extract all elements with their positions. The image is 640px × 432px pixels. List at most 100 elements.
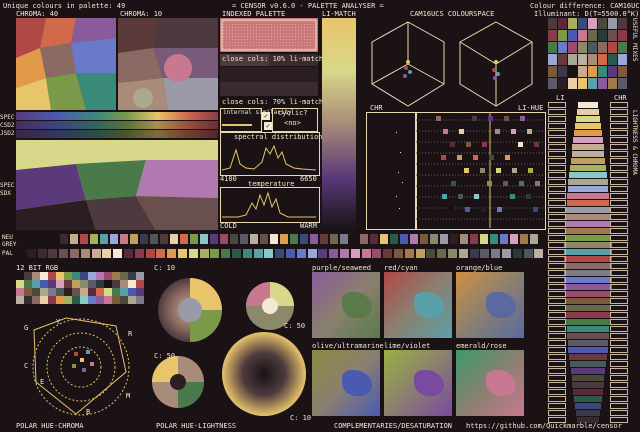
palette-swatch[interactable] — [124, 249, 133, 258]
rgb-cell — [136, 280, 144, 288]
palette-swatch[interactable] — [48, 249, 58, 258]
palette-swatch[interactable] — [404, 249, 414, 258]
palette-swatch[interactable] — [16, 249, 25, 258]
csd2-label: CSD2 — [0, 122, 15, 129]
palette-swatch[interactable] — [340, 249, 349, 258]
ladder-frame — [610, 347, 628, 353]
ladder-row — [566, 319, 610, 325]
palette-swatch[interactable] — [458, 249, 468, 258]
neutral-swatch — [440, 234, 448, 244]
rgb-cell — [104, 280, 112, 288]
rgb-cell — [136, 272, 144, 280]
palette-swatch[interactable] — [59, 249, 69, 258]
palette-swatch[interactable] — [253, 249, 263, 258]
rgb-cell — [80, 296, 88, 304]
palette-swatch[interactable] — [80, 249, 90, 258]
close-cols-70-swatches — [220, 82, 318, 96]
ladder-frame — [548, 277, 566, 283]
rgb-cell — [128, 280, 136, 288]
li-hue-point — [527, 129, 532, 134]
palette-swatch[interactable] — [534, 249, 544, 258]
palette-swatch[interactable] — [167, 249, 177, 258]
ladder-frame — [548, 382, 566, 388]
palette-swatch[interactable] — [199, 249, 209, 258]
internal-similarity-checkbox[interactable]: ✓ — [262, 112, 270, 120]
palette-swatch[interactable] — [361, 249, 371, 258]
ladder-row — [574, 396, 602, 402]
palette-swatch[interactable] — [264, 249, 274, 258]
ladder-row — [567, 333, 609, 339]
ladder-row — [566, 312, 610, 318]
palette-swatch[interactable] — [242, 249, 252, 258]
palette-swatch[interactable] — [232, 249, 241, 258]
palette-swatch[interactable] — [512, 249, 522, 258]
spectral-curve — [221, 144, 317, 171]
palette-swatch[interactable] — [437, 249, 447, 258]
palette-swatch[interactable] — [372, 249, 382, 258]
palette-swatch[interactable] — [156, 249, 166, 258]
li-hue-point — [436, 116, 441, 121]
chr-right-label: CHR — [614, 94, 627, 102]
ladder-row — [568, 186, 608, 192]
palette-swatch[interactable] — [286, 249, 295, 258]
ladder-frame — [610, 333, 628, 339]
palette-swatch[interactable] — [415, 249, 425, 258]
palette-swatch[interactable] — [145, 249, 155, 258]
mix-swatch — [608, 30, 617, 41]
palette-swatch[interactable] — [113, 249, 123, 258]
mix-swatch — [578, 42, 587, 53]
ladder-frame — [610, 186, 628, 192]
github-link[interactable]: https://github.com/Quickmarble/censor — [466, 422, 622, 430]
palette-swatch[interactable] — [383, 249, 393, 258]
rgb-cell — [80, 288, 88, 296]
chr-label: CHR — [370, 104, 383, 112]
palette-swatch[interactable] — [37, 249, 47, 258]
rgb-cell — [56, 288, 64, 296]
palette-swatch[interactable] — [394, 249, 403, 258]
cyclic-checkbox[interactable]: ✓ — [264, 122, 272, 130]
palette-swatch[interactable] — [178, 249, 187, 258]
spec-label: SPEC — [0, 114, 15, 121]
palette-swatch[interactable] — [523, 249, 533, 258]
palette-swatch[interactable] — [426, 249, 436, 258]
palette-swatch[interactable] — [188, 249, 198, 258]
mix-swatch — [618, 18, 627, 29]
ladder-frame — [548, 396, 566, 402]
palette-swatch[interactable] — [469, 249, 479, 258]
li-hue-point — [459, 129, 464, 134]
palette-swatch[interactable] — [26, 249, 36, 258]
palette-swatch[interactable] — [491, 249, 501, 258]
palette-swatch[interactable] — [134, 249, 144, 258]
palette-swatch[interactable] — [307, 249, 317, 258]
palette-swatch[interactable] — [480, 249, 490, 258]
palette-swatch[interactable] — [70, 249, 79, 258]
palette-swatch[interactable] — [102, 249, 112, 258]
neutral-swatch — [80, 234, 88, 244]
neutral-swatch — [340, 234, 348, 244]
li-hue-point — [474, 194, 479, 199]
palette-swatch[interactable] — [275, 249, 285, 258]
palette-swatch[interactable] — [91, 249, 101, 258]
li-hue-point — [504, 116, 509, 121]
palette-swatch[interactable] — [221, 249, 231, 258]
ladder-frame — [610, 200, 628, 206]
complementary-blot — [342, 292, 372, 318]
palette-swatch[interactable] — [210, 249, 220, 258]
rgb-cell — [120, 288, 128, 296]
mix-swatch — [558, 18, 567, 29]
palette-swatch[interactable] — [329, 249, 339, 258]
neutral-swatch — [100, 234, 108, 244]
palette-swatch[interactable] — [318, 249, 328, 258]
rgb-cell — [96, 272, 104, 280]
palette-swatch[interactable] — [296, 249, 306, 258]
ladder-row — [567, 326, 609, 332]
palette-swatch[interactable] — [448, 249, 457, 258]
palette-swatch[interactable] — [350, 249, 360, 258]
ladder-frame — [610, 368, 628, 374]
ladder-frame — [610, 123, 628, 129]
ladder-frame — [548, 340, 566, 346]
neutral-swatch — [200, 234, 208, 244]
neutral-swatch — [210, 234, 218, 244]
palette-swatch[interactable] — [502, 249, 511, 258]
ladder-frame — [610, 410, 628, 416]
